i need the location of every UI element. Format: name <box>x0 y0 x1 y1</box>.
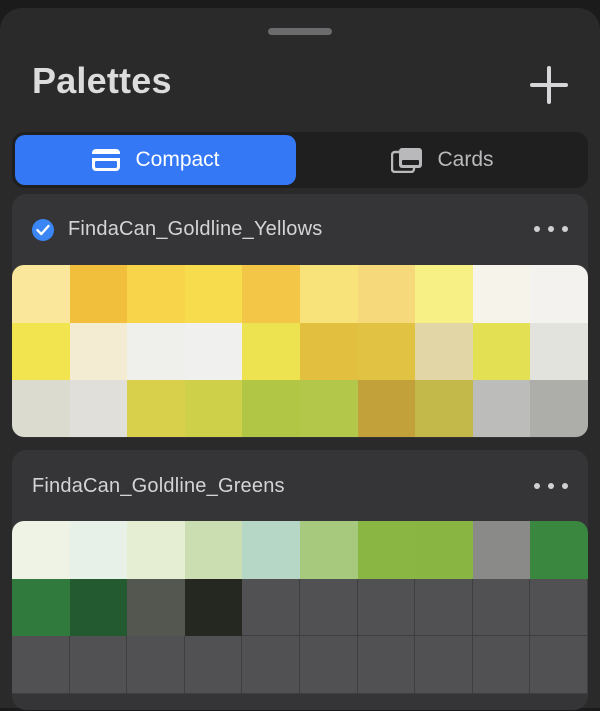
color-swatch[interactable] <box>530 521 588 579</box>
color-swatch[interactable] <box>69 578 128 636</box>
drag-handle[interactable] <box>268 28 332 35</box>
color-swatch[interactable] <box>127 322 185 380</box>
color-swatch[interactable] <box>69 265 128 323</box>
color-swatch[interactable] <box>415 380 473 437</box>
color-swatch[interactable] <box>242 265 300 323</box>
color-swatch[interactable] <box>12 578 70 636</box>
empty-swatch[interactable] <box>472 636 531 694</box>
color-swatch[interactable] <box>472 521 531 579</box>
color-swatch[interactable] <box>415 521 473 579</box>
cards-stack-icon <box>391 147 423 173</box>
color-swatch[interactable] <box>127 521 185 579</box>
empty-swatch[interactable] <box>184 636 243 694</box>
empty-swatch[interactable] <box>69 636 128 694</box>
color-swatch[interactable] <box>12 380 70 437</box>
compact-view-button[interactable]: Compact <box>15 135 296 185</box>
color-swatch[interactable] <box>127 265 185 323</box>
color-swatch[interactable] <box>69 521 128 579</box>
palette-name: FindaCan_Goldline_Yellows <box>68 218 323 240</box>
color-swatch[interactable] <box>242 521 300 579</box>
view-mode-toggle: Compact Cards <box>12 132 588 188</box>
color-swatch[interactable] <box>299 380 358 437</box>
more-options-button[interactable] <box>534 476 568 496</box>
empty-swatch[interactable] <box>242 578 300 636</box>
cards-view-label: Cards <box>437 148 494 171</box>
empty-swatch[interactable] <box>415 578 473 636</box>
more-dot <box>534 483 540 489</box>
empty-swatch[interactable] <box>472 578 531 636</box>
more-dot <box>548 226 554 232</box>
compact-view-label: Compact <box>135 148 220 171</box>
color-swatch[interactable] <box>69 380 128 437</box>
empty-swatch[interactable] <box>530 578 588 636</box>
color-swatch[interactable] <box>127 578 185 636</box>
palettes-panel: Palettes Compact Cards FindaCan_Goldline… <box>0 8 600 710</box>
color-swatch[interactable] <box>472 265 531 323</box>
empty-swatch[interactable] <box>12 636 70 694</box>
palette-name: FindaCan_Goldline_Greens <box>32 475 285 497</box>
color-swatch[interactable] <box>184 521 243 579</box>
color-swatch[interactable] <box>357 380 416 437</box>
plus-icon <box>530 66 568 104</box>
color-swatch[interactable] <box>12 322 70 380</box>
more-dot <box>562 483 568 489</box>
palette-card-greens[interactable]: FindaCan_Goldline_Greens <box>12 450 588 710</box>
empty-swatch[interactable] <box>127 636 185 694</box>
color-swatch[interactable] <box>184 265 243 323</box>
color-swatch[interactable] <box>530 380 588 437</box>
color-swatch[interactable] <box>299 265 358 323</box>
page-title: Palettes <box>32 60 172 101</box>
color-swatch[interactable] <box>127 380 185 437</box>
color-swatch[interactable] <box>184 578 243 636</box>
color-swatch[interactable] <box>299 521 358 579</box>
empty-swatch[interactable] <box>530 636 588 694</box>
add-palette-button[interactable] <box>526 62 572 108</box>
color-swatch[interactable] <box>299 322 358 380</box>
color-swatch[interactable] <box>472 322 531 380</box>
empty-swatch[interactable] <box>357 578 416 636</box>
empty-swatch[interactable] <box>415 636 473 694</box>
more-dot <box>534 226 540 232</box>
color-swatch[interactable] <box>415 322 473 380</box>
color-swatch[interactable] <box>12 521 70 579</box>
swatch-grid <box>12 265 588 437</box>
more-options-button[interactable] <box>534 219 568 239</box>
color-swatch[interactable] <box>242 322 300 380</box>
empty-swatch[interactable] <box>357 636 416 694</box>
cards-view-button[interactable]: Cards <box>300 135 585 185</box>
empty-swatch[interactable] <box>299 636 358 694</box>
empty-swatch[interactable] <box>242 636 300 694</box>
color-swatch[interactable] <box>530 265 588 323</box>
color-swatch[interactable] <box>357 265 416 323</box>
swatch-grid <box>12 521 588 711</box>
color-swatch[interactable] <box>415 265 473 323</box>
color-swatch[interactable] <box>472 380 531 437</box>
color-swatch[interactable] <box>242 380 300 437</box>
more-dot <box>548 483 554 489</box>
selected-check-icon <box>32 219 54 241</box>
color-swatch[interactable] <box>357 521 416 579</box>
empty-swatch[interactable] <box>299 578 358 636</box>
color-swatch[interactable] <box>184 322 243 380</box>
compact-card-icon <box>91 148 121 172</box>
palette-card-yellows[interactable]: FindaCan_Goldline_Yellows <box>12 194 588 438</box>
color-swatch[interactable] <box>69 322 128 380</box>
more-dot <box>562 226 568 232</box>
color-swatch[interactable] <box>530 322 588 380</box>
color-swatch[interactable] <box>184 380 243 437</box>
color-swatch[interactable] <box>357 322 416 380</box>
color-swatch[interactable] <box>12 265 70 323</box>
